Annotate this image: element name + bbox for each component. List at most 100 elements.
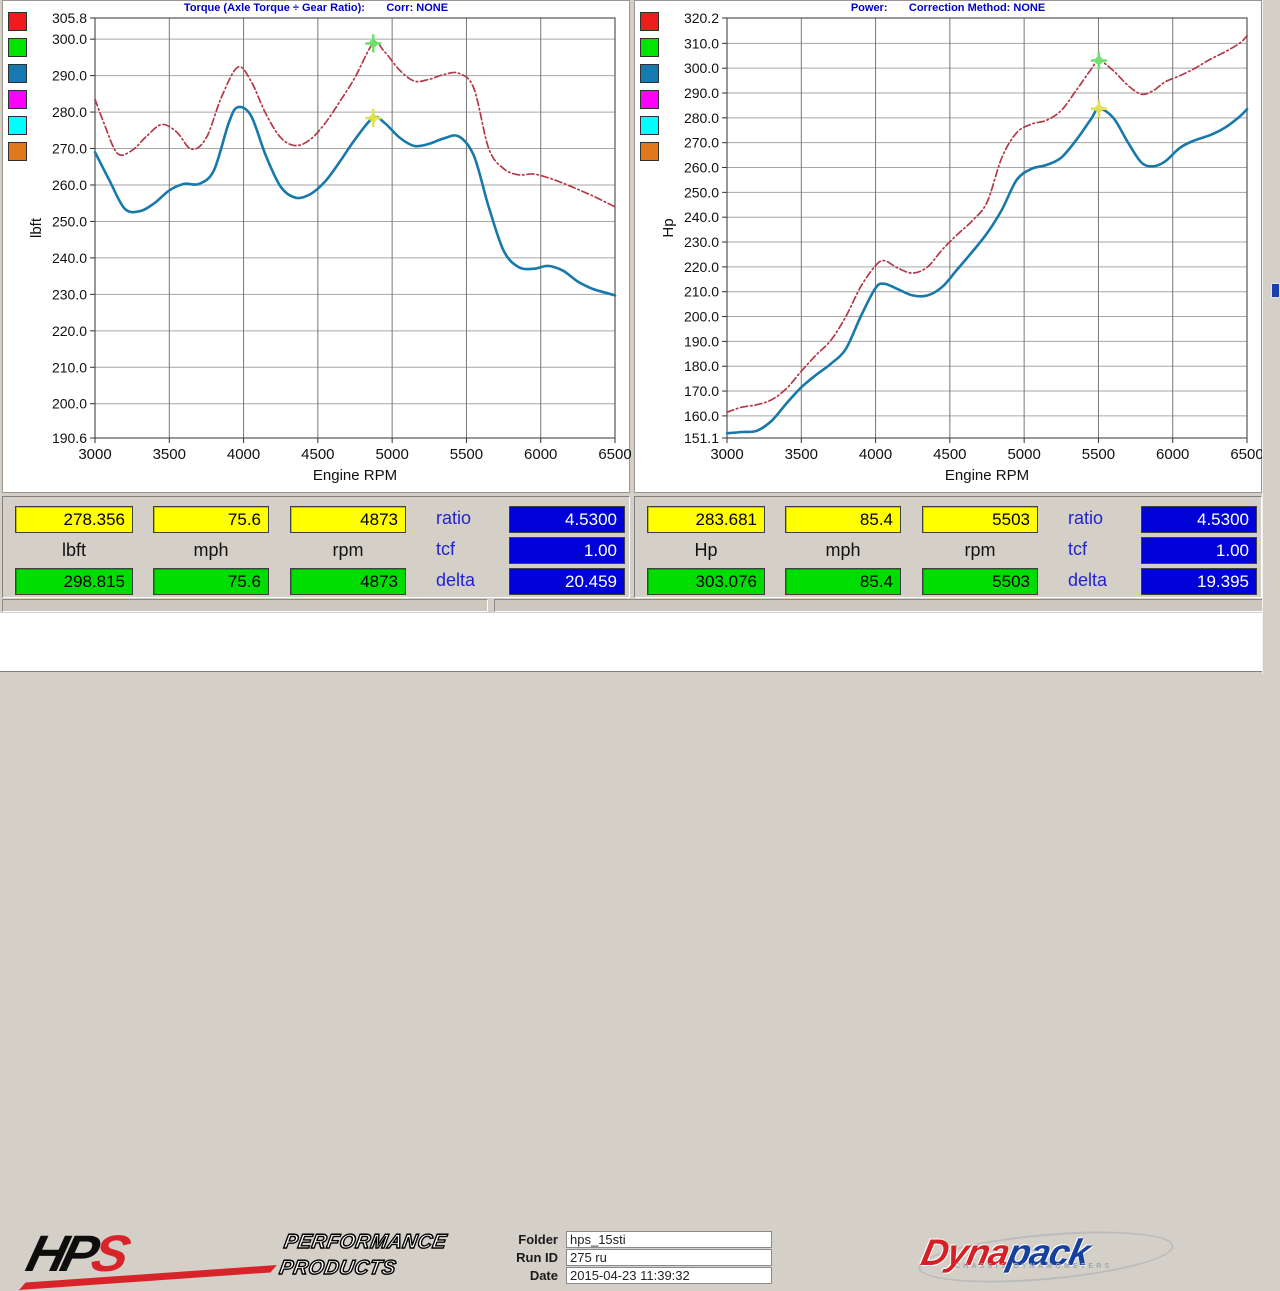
folder-input[interactable]: hps_15sti — [566, 1231, 772, 1248]
rpm-reference-value: 5503 — [922, 568, 1038, 595]
svg-text:310.0: 310.0 — [684, 35, 719, 51]
svg-text:210.0: 210.0 — [684, 284, 719, 300]
svg-text:300.0: 300.0 — [684, 60, 719, 76]
runid-label: Run ID — [500, 1250, 558, 1265]
ratio-value: 4.5300 — [509, 506, 625, 533]
dynapack-logo: Dynapack CHASSIS DYNAMOMETERS — [900, 1230, 1200, 1282]
svg-text:4000: 4000 — [227, 446, 260, 463]
svg-text:250.0: 250.0 — [52, 213, 87, 229]
svg-text:220.0: 220.0 — [52, 323, 87, 339]
power-live-value: 283.681 — [647, 506, 765, 533]
hps-logo: HPS — [28, 1229, 278, 1281]
right-edge-strip — [1262, 0, 1280, 674]
delta-value: 19.395 — [1141, 568, 1257, 595]
svg-text:280.0: 280.0 — [684, 110, 719, 126]
svg-text:230.0: 230.0 — [52, 286, 87, 302]
hps-performance-products-text: PERFORMANCE PRODUCTS — [277, 1229, 448, 1281]
svg-text:210.0: 210.0 — [52, 359, 87, 375]
speed-live-value: 75.6 — [153, 506, 269, 533]
footer-strip: HPS PERFORMANCE PRODUCTS Folder hps_15st… — [0, 613, 1280, 672]
dynapack-caption: CHASSIS DYNAMOMETERS — [955, 1263, 1112, 1270]
svg-text:Engine RPM: Engine RPM — [313, 467, 397, 484]
svg-text:4500: 4500 — [933, 446, 966, 463]
svg-text:250.0: 250.0 — [684, 184, 719, 200]
svg-text:220.0: 220.0 — [684, 259, 719, 275]
run-info-form: Folder hps_15sti Run ID 275 ru Date 2015… — [500, 1229, 870, 1285]
svg-text:270.0: 270.0 — [52, 141, 87, 157]
torque-reference-value: 298.815 — [15, 568, 133, 595]
svg-text:190.6: 190.6 — [52, 430, 87, 446]
svg-text:3500: 3500 — [153, 446, 186, 463]
speed-unit-label: mph — [785, 539, 901, 561]
svg-text:280.0: 280.0 — [52, 104, 87, 120]
svg-text:290.0: 290.0 — [684, 85, 719, 101]
svg-text:5000: 5000 — [375, 446, 408, 463]
rpm-live-value: 4873 — [290, 506, 406, 533]
svg-text:190.0: 190.0 — [684, 333, 719, 349]
tcf-value: 1.00 — [509, 537, 625, 564]
tcf-label: tcf — [436, 539, 455, 560]
svg-text:6000: 6000 — [1156, 446, 1189, 463]
svg-text:6500: 6500 — [598, 446, 631, 463]
power-chart-panel: Power: Correction Method: NONE 320.2310.… — [634, 0, 1262, 493]
torque-unit-label: lbft — [15, 539, 133, 561]
power-readout-panel: 283.681 85.4 5503 Hp mph rpm 303.076 85.… — [634, 496, 1262, 598]
svg-text:5500: 5500 — [1082, 446, 1115, 463]
speed-live-value: 85.4 — [785, 506, 901, 533]
speed-reference-value: 85.4 — [785, 568, 901, 595]
svg-text:3500: 3500 — [785, 446, 818, 463]
svg-text:3000: 3000 — [78, 446, 111, 463]
date-input[interactable]: 2015-04-23 11:39:32 — [566, 1267, 772, 1284]
svg-text:320.2: 320.2 — [684, 10, 719, 26]
ratio-value: 4.5300 — [1141, 506, 1257, 533]
svg-text:305.8: 305.8 — [52, 10, 87, 26]
toolbar-divider-right — [494, 599, 1278, 612]
torque-readout-panel: 278.356 75.6 4873 lbft mph rpm 298.815 7… — [2, 496, 630, 598]
svg-text:300.0: 300.0 — [52, 31, 87, 47]
rpm-unit-label: rpm — [290, 539, 406, 561]
tcf-label: tcf — [1068, 539, 1087, 560]
svg-text:180.0: 180.0 — [684, 358, 719, 374]
scrollbar-thumb[interactable] — [1271, 283, 1280, 298]
rpm-live-value: 5503 — [922, 506, 1038, 533]
power-unit-label: Hp — [647, 539, 765, 561]
svg-text:230.0: 230.0 — [684, 234, 719, 250]
rpm-unit-label: rpm — [922, 539, 1038, 561]
svg-text:170.0: 170.0 — [684, 383, 719, 399]
delta-value: 20.459 — [509, 568, 625, 595]
rpm-reference-value: 4873 — [290, 568, 406, 595]
svg-text:200.0: 200.0 — [684, 309, 719, 325]
speed-unit-label: mph — [153, 539, 269, 561]
toolbar-divider-left — [2, 599, 488, 612]
svg-text:151.1: 151.1 — [684, 430, 719, 446]
svg-text:6500: 6500 — [1230, 446, 1263, 463]
svg-text:lbft: lbft — [28, 217, 45, 238]
svg-text:5500: 5500 — [450, 446, 483, 463]
tcf-value: 1.00 — [1141, 537, 1257, 564]
svg-text:260.0: 260.0 — [52, 177, 87, 193]
power-chart: 320.2 310.0 300.0 290.0 280.0 270.0 260.0 250.0… — [635, 1, 1263, 494]
svg-text:4500: 4500 — [301, 446, 334, 463]
torque-live-value: 278.356 — [15, 506, 133, 533]
torque-chart: 305.8 300.0 290.0 280.0 270.0 260.0 250.0 240.0… — [3, 1, 631, 494]
svg-text:240.0: 240.0 — [52, 250, 87, 266]
runid-input[interactable]: 275 ru — [566, 1249, 772, 1266]
svg-text:Engine RPM: Engine RPM — [945, 467, 1029, 484]
svg-text:5000: 5000 — [1007, 446, 1040, 463]
svg-text:240.0: 240.0 — [684, 209, 719, 225]
delta-label: delta — [436, 570, 475, 591]
svg-text:200.0: 200.0 — [52, 396, 87, 412]
ratio-label: ratio — [436, 508, 471, 529]
ratio-label: ratio — [1068, 508, 1103, 529]
delta-label: delta — [1068, 570, 1107, 591]
svg-text:260.0: 260.0 — [684, 160, 719, 176]
svg-text:3000: 3000 — [710, 446, 743, 463]
svg-text:290.0: 290.0 — [52, 68, 87, 84]
folder-label: Folder — [500, 1232, 558, 1247]
torque-chart-panel: Torque (Axle Torque ÷ Gear Ratio): Corr:… — [2, 0, 630, 493]
svg-text:6000: 6000 — [524, 446, 557, 463]
svg-text:4000: 4000 — [859, 446, 892, 463]
svg-text:270.0: 270.0 — [684, 135, 719, 151]
speed-reference-value: 75.6 — [153, 568, 269, 595]
svg-text:Hp: Hp — [660, 218, 677, 237]
